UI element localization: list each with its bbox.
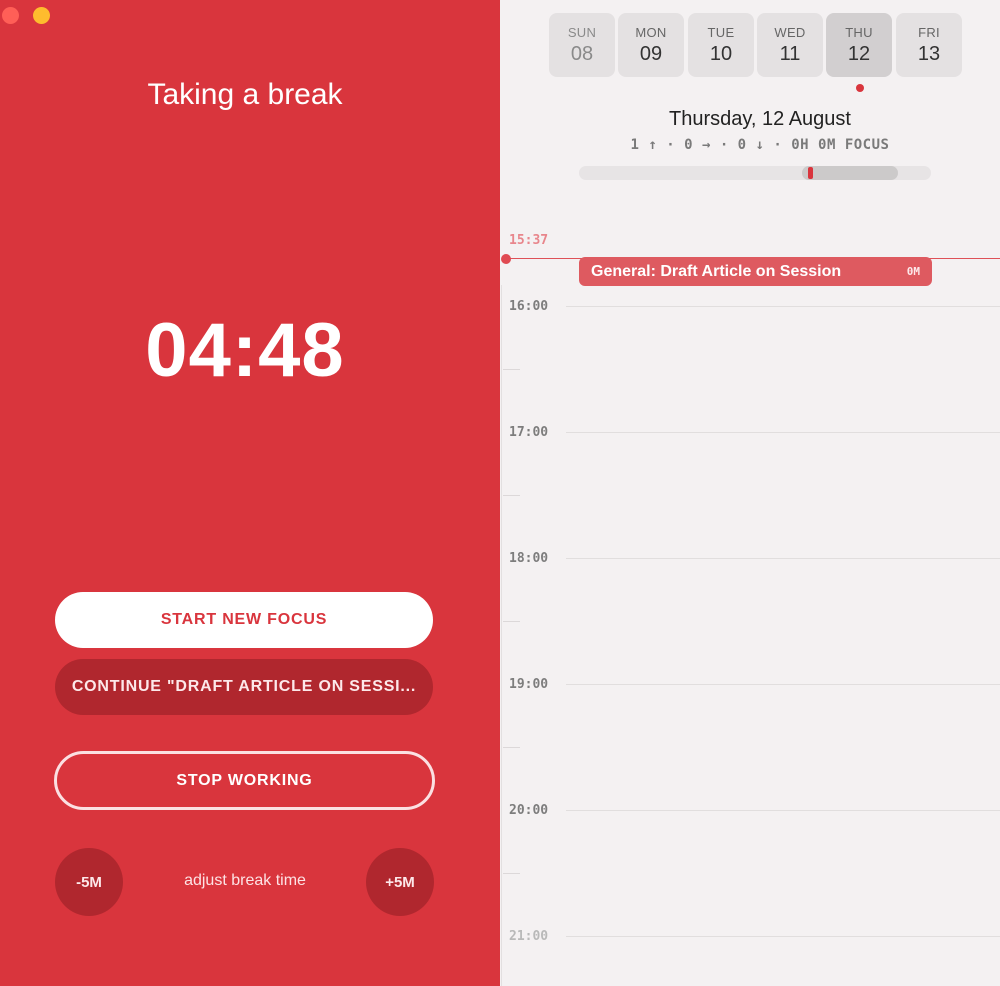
current-time-label: 15:37 (509, 233, 549, 248)
current-time-dot (501, 254, 511, 264)
hour-gridline (566, 306, 1000, 307)
day-name: THU (845, 25, 873, 40)
day-number: 13 (917, 43, 941, 65)
hour-gridline (566, 432, 1000, 433)
day-name: WED (774, 25, 806, 40)
current-time-marker (808, 167, 813, 179)
event-duration: 0M (906, 265, 920, 278)
break-title: Taking a break (147, 78, 343, 111)
hour-gridline (566, 810, 1000, 811)
day-title: Thursday, 12 August (669, 108, 851, 130)
hour-label: 18:00 (509, 551, 549, 566)
half-hour-tick (503, 873, 520, 874)
event-title: General: Draft Article on Session (591, 262, 842, 280)
day-name: SUN (567, 25, 597, 40)
day-name: TUE (707, 25, 735, 40)
half-hour-tick (503, 495, 520, 496)
day-tab-mon[interactable]: MON 09 (618, 13, 684, 77)
selected-day-indicator (856, 84, 864, 92)
day-stats: 1 ↑ · 0 → · 0 ↓ · 0H 0M FOCUS (630, 137, 890, 153)
day-number: 09 (639, 43, 663, 65)
half-hour-tick (503, 621, 520, 622)
day-number: 11 (779, 43, 801, 65)
day-progress-track[interactable] (579, 166, 931, 180)
calendar-panel: SUN 08 MON 09 TUE 10 WED 11 THU 12 FRI 1… (500, 0, 1000, 986)
visible-range-fill (802, 166, 898, 180)
hour-label: 17:00 (509, 425, 549, 440)
decrease-break-button[interactable]: -5M (55, 848, 123, 916)
day-name: FRI (918, 25, 940, 40)
adjust-break-label: adjust break time (184, 872, 306, 889)
start-new-focus-button[interactable]: START NEW FOCUS (55, 592, 433, 648)
break-panel: Taking a break 04:48 START NEW FOCUS CON… (0, 0, 500, 986)
day-tab-wed[interactable]: WED 11 (757, 13, 823, 77)
close-window-button[interactable] (2, 7, 19, 24)
day-tab-sun[interactable]: SUN 08 (549, 13, 615, 77)
half-hour-tick (503, 747, 520, 748)
hour-gridline (566, 936, 1000, 937)
break-countdown: 04:48 (145, 308, 345, 393)
day-number: 10 (709, 43, 733, 65)
hour-gridline (566, 558, 1000, 559)
minimize-window-button[interactable] (33, 7, 50, 24)
hour-label: 21:00 (509, 929, 549, 944)
day-number: 08 (570, 43, 594, 65)
hour-label: 16:00 (509, 299, 549, 314)
day-tab-tue[interactable]: TUE 10 (688, 13, 754, 77)
day-tab-thu[interactable]: THU 12 (826, 13, 892, 77)
continue-session-button[interactable]: CONTINUE "DRAFT ARTICLE ON SESSI... (55, 659, 433, 715)
hour-label: 20:00 (509, 803, 549, 818)
half-hour-tick (503, 369, 520, 370)
session-event[interactable]: General: Draft Article on Session 0M (579, 257, 932, 286)
increase-break-button[interactable]: +5M (366, 848, 434, 916)
timeline-axis (501, 285, 502, 986)
hour-label: 19:00 (509, 677, 549, 692)
day-name: MON (635, 25, 667, 40)
stop-working-button[interactable]: STOP WORKING (54, 751, 435, 810)
day-tab-fri[interactable]: FRI 13 (896, 13, 962, 77)
hour-gridline (566, 684, 1000, 685)
day-number: 12 (847, 43, 871, 65)
